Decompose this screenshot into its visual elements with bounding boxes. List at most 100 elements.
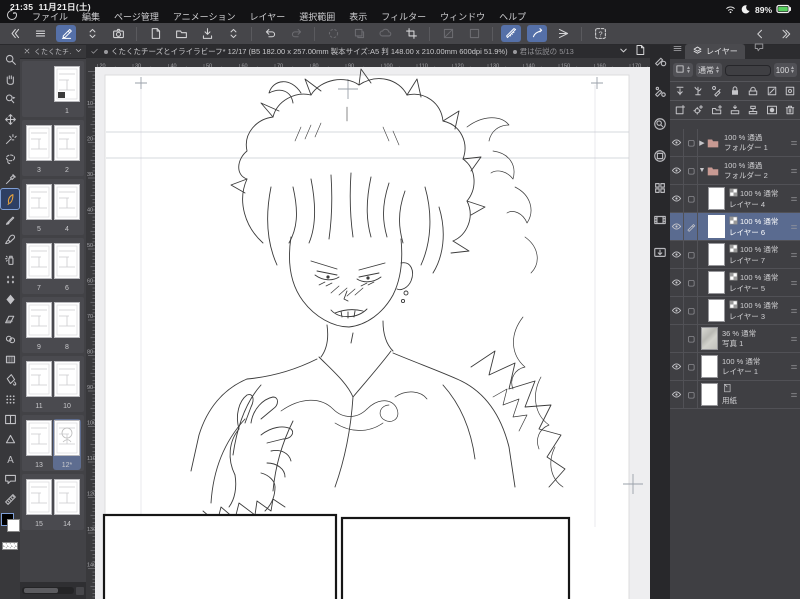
page-thumb-8[interactable]: 8 [53,301,81,352]
import-camera-button[interactable] [108,25,128,42]
tool-pen[interactable] [0,188,20,210]
menu-編集[interactable]: 編集 [82,10,100,23]
layer-checkbox[interactable] [686,250,696,260]
page-thumb-9[interactable]: 9 [25,301,53,352]
button-new-folder[interactable] [711,104,723,116]
page-thumb-1[interactable]: 1 [53,65,81,116]
layer-row-写真 1[interactable]: 36 % 通常 写真 1 [670,325,800,353]
layer-checkbox[interactable] [686,390,696,400]
menu-ヘルプ[interactable]: ヘルプ [499,10,526,23]
layer-drag-handle[interactable] [788,250,800,260]
tool-gradient[interactable] [1,349,19,369]
layer-checkbox[interactable] [686,166,696,176]
open-file-button[interactable] [171,25,191,42]
palette-navigator[interactable] [653,117,667,136]
pages-menu-chevron-icon[interactable] [74,46,83,55]
layer-thumbnail[interactable] [708,187,725,210]
button-trash[interactable] [784,104,796,116]
crop-transform-button[interactable] [401,25,421,42]
layer-visibility-cell[interactable] [670,353,684,380]
page-thumb-6[interactable]: 6 [53,242,81,293]
layer-visibility-cell[interactable] [670,269,684,296]
menu-アニメーション[interactable]: アニメーション [173,10,236,23]
layer-row-レイヤー 6[interactable]: 100 % 通常 レイヤー 6 [670,213,800,241]
layer-thumbnail[interactable] [708,271,725,294]
tool-tone[interactable] [1,389,19,409]
tab-secondary-document[interactable]: 君は伝説の 5/13 [512,46,574,57]
tool-decoration[interactable] [1,269,19,289]
tab-active-document[interactable]: くたくたチーズとイライラビーフ* 12/17 (B5 182.00 x 257.… [104,46,508,57]
layer-edit-cell[interactable] [684,157,698,184]
layer-row-フォルダー 2[interactable]: ▼ 100 % 通過 フォルダー 2 [670,157,800,185]
menu-レイヤー[interactable]: レイヤー [250,10,286,23]
folder-expander[interactable]: ▼ [698,167,706,174]
nav-expand-button[interactable] [776,25,796,42]
tool-eraser[interactable] [1,309,19,329]
layer-thumbnail[interactable] [708,215,725,238]
edit-mode-button[interactable] [56,25,76,42]
menu-ファイル[interactable]: ファイル [32,10,68,23]
page-thumb-2[interactable]: 2 [53,124,81,175]
tab-layers[interactable]: レイヤー [685,44,745,59]
page-manager-header[interactable]: くたくたチ… [20,45,86,59]
layer-visibility-cell[interactable] [670,129,684,156]
layer-drag-handle[interactable] [788,194,800,204]
tree-toggle[interactable] [692,85,704,97]
layer-drag-handle[interactable] [788,362,800,372]
tool-blend[interactable] [1,329,19,349]
layer-drag-handle[interactable] [788,138,800,148]
button-transfer[interactable] [729,104,741,116]
layer-checkbox[interactable] [686,362,696,372]
layer-visibility-cell[interactable] [670,297,684,324]
page-thumb-7[interactable]: 7 [25,242,53,293]
menu-ウィンドウ[interactable]: ウィンドウ [440,10,485,23]
layer-thumbnail[interactable] [701,327,718,350]
tool-figure[interactable] [1,429,19,449]
collapse-panel-button[interactable] [4,25,24,42]
button-new-gear[interactable] [692,104,704,116]
clip-toggle[interactable] [674,85,686,97]
palette-tool-property[interactable] [653,53,667,72]
snap-to-grid-button[interactable] [553,25,573,42]
ref-toggle[interactable] [766,85,778,97]
tool-ruler[interactable] [1,489,19,509]
main-menu-button[interactable] [30,25,50,42]
layer-visibility-cell[interactable] [670,213,684,240]
expand-rows-button[interactable] [82,25,102,42]
tool-hand[interactable] [1,69,19,89]
layer-target-selector[interactable]: ▲ ▼ [673,63,693,77]
layer-edit-cell[interactable] [684,129,698,156]
button-new-layer[interactable] [674,104,686,116]
page-thumb-11[interactable]: 11 [25,360,53,411]
layer-thumbnail[interactable] [708,243,725,266]
tool-zoom[interactable] [1,49,19,69]
layer-drag-handle[interactable] [788,278,800,288]
layer-visibility-cell[interactable] [670,185,684,212]
page-thumb-14[interactable]: 14 [53,478,81,529]
pages-scroll-thumb[interactable] [24,588,58,593]
lock-toggle[interactable] [729,85,741,97]
tab-subtool[interactable] [747,39,771,59]
tool-fill-diamond[interactable] [1,289,19,309]
tool-bucket[interactable] [1,369,19,389]
button-merge[interactable] [747,104,759,116]
layer-drag-handle[interactable] [788,306,800,316]
layer-row-レイヤー 7[interactable]: 100 % 通常 レイヤー 7 [670,241,800,269]
tool-frame-border[interactable] [1,409,19,429]
lock-alpha-toggle[interactable] [747,85,759,97]
pages-scroll-track[interactable] [22,587,74,594]
layer-checkbox[interactable] [686,334,696,344]
palette-layer-property[interactable] [653,149,667,168]
layer-edit-cell[interactable] [684,297,698,324]
opacity-stepper[interactable]: 100 ▲ ▼ [773,63,797,77]
tool-operate[interactable] [1,89,19,109]
layer-thumbnail[interactable] [701,355,718,378]
page-flip-icon[interactable] [634,44,646,56]
layer-edit-cell[interactable] [684,241,698,268]
page-thumb-10[interactable]: 10 [53,360,81,411]
layers-menu-icon[interactable] [672,43,683,54]
palette-export[interactable] [653,245,667,264]
layer-row-フォルダー 1[interactable]: ▶ 100 % 通過 フォルダー 1 [670,129,800,157]
layer-edit-cell[interactable] [684,381,698,408]
palette-color-set[interactable] [653,181,667,200]
